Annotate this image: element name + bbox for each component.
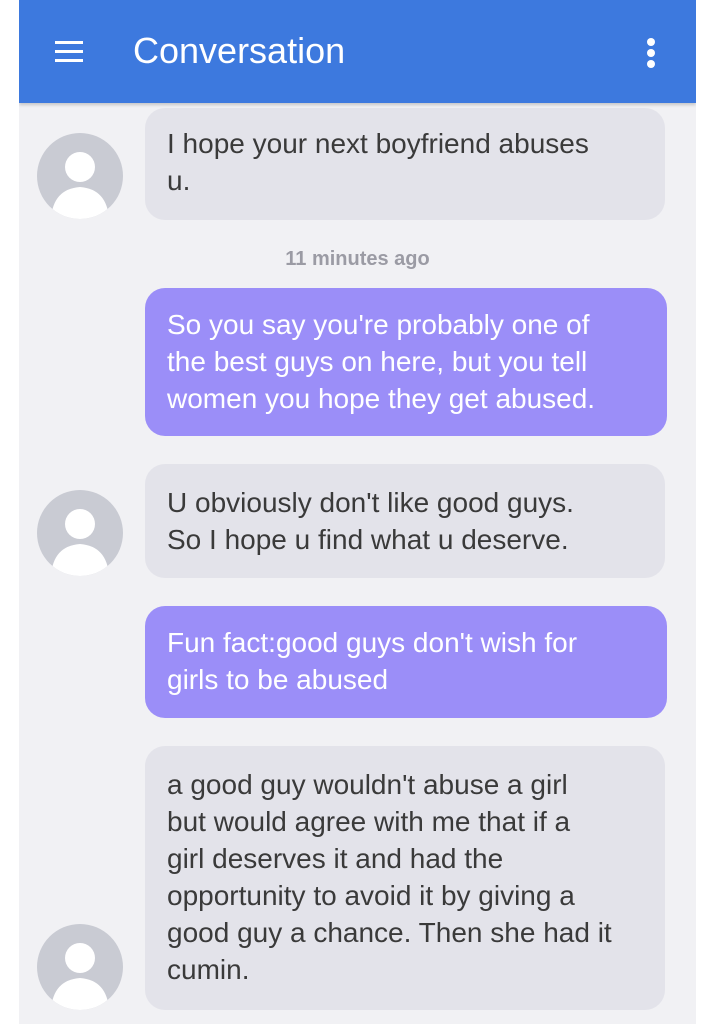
message-timestamp: 11 minutes ago [285,248,430,270]
incoming-message[interactable]: I hope your next boyfriend abuses u. [145,108,665,220]
hamburger-menu-icon[interactable] [49,33,89,69]
outgoing-message[interactable]: Fun fact:good guys don't wish for girls … [145,606,667,718]
conversation-screen: Conversation I hope your next boyfriend … [19,0,696,1024]
message-text: a good guy wouldn't abuse a girl but wou… [167,769,612,985]
avatar[interactable] [37,924,123,1010]
person-silhouette-icon [51,152,109,219]
message-text: U obviously don't like good guys. So I h… [167,487,574,555]
overflow-menu-icon[interactable] [633,32,669,72]
outgoing-message[interactable]: So you say you're probably one of the be… [145,288,667,436]
message-text: Fun fact:good guys don't wish for girls … [167,627,578,695]
incoming-message[interactable]: a good guy wouldn't abuse a girl but wou… [145,746,665,1010]
person-silhouette-icon [51,509,109,576]
person-silhouette-icon [51,943,109,1010]
page-title: Conversation [133,30,346,71]
avatar[interactable] [37,490,123,576]
message-text: I hope your next boyfriend abuses u. [167,128,589,196]
incoming-message[interactable]: U obviously don't like good guys. So I h… [145,464,665,578]
app-bar: Conversation [19,0,696,103]
message-text: So you say you're probably one of the be… [167,309,596,414]
avatar[interactable] [37,133,123,219]
